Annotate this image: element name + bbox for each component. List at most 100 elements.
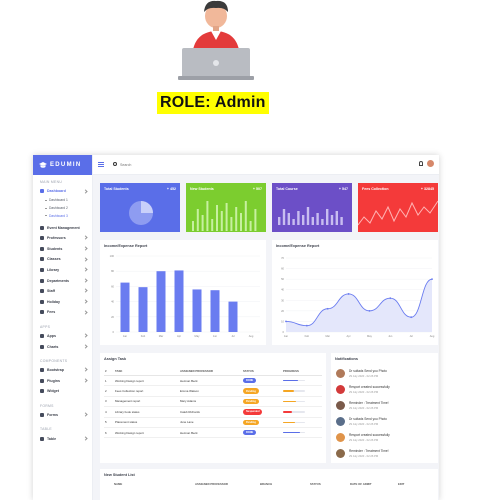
task-progress-cell bbox=[282, 375, 322, 387]
spark-bar bbox=[235, 207, 238, 231]
data-point bbox=[410, 316, 413, 319]
spark-bar bbox=[278, 217, 281, 225]
sidebar-item-charts[interactable]: Charts bbox=[33, 341, 92, 352]
sidebar-item-library[interactable]: Library bbox=[33, 265, 92, 276]
progress-bar bbox=[283, 421, 305, 423]
chevron-icon bbox=[83, 288, 88, 294]
sidebar-item-label: Table bbox=[47, 436, 57, 441]
sidebar-item-label: Professors bbox=[47, 236, 66, 241]
spark-bar bbox=[297, 211, 300, 225]
y-tick-label: 0 bbox=[113, 330, 115, 334]
progress-bar bbox=[283, 390, 305, 392]
table-row[interactable]: 6 Working Design report Herman Beck DONE bbox=[104, 427, 322, 439]
task-name: Fees Collection report bbox=[114, 385, 179, 397]
spark-bar bbox=[211, 219, 214, 231]
table-row[interactable]: 4 Library book status Caleb Richards Suspen… bbox=[104, 406, 322, 418]
users-icon bbox=[40, 246, 44, 251]
notification-title: Resport created successfully bbox=[349, 385, 390, 389]
bar bbox=[192, 289, 202, 332]
status-badge: Pending bbox=[243, 419, 259, 425]
stat-pie-graphic bbox=[129, 201, 153, 225]
panel-title: New Student List bbox=[104, 473, 135, 477]
progress-bar bbox=[283, 400, 305, 403]
sidebar-item-label: Students bbox=[47, 246, 63, 251]
chevron-icon bbox=[83, 333, 88, 338]
x-tick-label: May bbox=[367, 334, 373, 338]
avatar[interactable] bbox=[427, 160, 434, 167]
sidebar-item-fees[interactable]: Fees bbox=[33, 307, 92, 318]
table-row[interactable]: 5 Placement status June Lane Pending bbox=[104, 417, 322, 428]
task-progress-cell bbox=[282, 427, 322, 439]
chevron-down-icon bbox=[83, 188, 88, 194]
sidebar-item-event-management[interactable]: Event Management bbox=[33, 222, 92, 233]
admin-user-laptop-icon bbox=[178, 0, 254, 80]
calendar-icon bbox=[40, 225, 44, 230]
sidebar-item-dashboard[interactable]: Dashboard bbox=[33, 186, 92, 197]
chevron-icon bbox=[83, 257, 88, 262]
table-row[interactable]: 2 Fees Collection report Emma Watson Pendin… bbox=[104, 385, 322, 397]
user-icon bbox=[40, 236, 44, 241]
notification-item[interactable]: Reminder : Treatment Time! 29 July 2020 -… bbox=[336, 447, 431, 465]
sidebar-item-professors[interactable]: Professors bbox=[33, 233, 92, 244]
menu-toggle-icon[interactable] bbox=[98, 162, 104, 167]
data-point bbox=[305, 324, 308, 327]
status-badge: Pending bbox=[243, 388, 259, 394]
notification-date: 29 July 2020 - 02:26 PM bbox=[349, 406, 379, 410]
bar bbox=[174, 270, 184, 332]
sidebar-item-classes[interactable]: Classes bbox=[33, 254, 92, 265]
chevron-icon bbox=[83, 267, 88, 272]
dashboard-screenshot: EDUMIN MAIN MENU Dashboard Dashboard 1 D… bbox=[33, 155, 439, 500]
x-tick-label: Apr bbox=[177, 334, 181, 338]
chevron-icon bbox=[83, 299, 88, 304]
sidebar-subitem-dashboard-2[interactable]: Dashboard 2 bbox=[33, 204, 92, 212]
table-row[interactable]: 3 Management report Mary Adams Pending bbox=[104, 396, 322, 408]
stat-card-new-students: New Students + 507 bbox=[186, 183, 266, 232]
col-edit: EDIT bbox=[398, 482, 405, 486]
sidebar-item-label: Staff bbox=[47, 289, 55, 294]
task-no: 3 bbox=[104, 396, 114, 408]
sidebar-item-table[interactable]: Table bbox=[33, 433, 92, 444]
sidebar-item-staff[interactable]: Staff bbox=[33, 286, 92, 297]
sidebar-item-label: Library bbox=[47, 268, 60, 273]
sidebar-subitem-dashboard-1[interactable]: Dashboard 1 bbox=[33, 197, 92, 205]
notification-title: Reminder : Treatment Time! bbox=[349, 449, 389, 453]
table-row[interactable]: 1 Working Design report Herman Beck DONE bbox=[104, 375, 322, 387]
spark-bar bbox=[225, 203, 228, 231]
chevron-icon bbox=[83, 344, 88, 349]
notification-date: 29 July 2020 - 02:26 PM bbox=[349, 438, 379, 442]
col-status: STATUS bbox=[310, 482, 321, 486]
col-progress: PROGRESS bbox=[282, 367, 322, 376]
sidebar-item-plugins[interactable]: Plugins bbox=[33, 376, 92, 387]
x-tick-label: Jun bbox=[213, 334, 218, 338]
sidebar-item-holiday[interactable]: Holiday bbox=[33, 297, 92, 308]
hero: ROLE: Admin bbox=[0, 0, 500, 130]
sidebar-item-departments[interactable]: Departments bbox=[33, 275, 92, 286]
sidebar-item-forms[interactable]: Forms bbox=[33, 410, 92, 421]
task-no: 5 bbox=[104, 417, 114, 428]
income-bar-panel: Income/Expense Report 0 20 40 60 80 100 Jan Feb… bbox=[100, 240, 266, 345]
stat-value: + 32845 bbox=[420, 187, 434, 191]
chevron-icon bbox=[83, 412, 88, 417]
bell-icon[interactable] bbox=[419, 161, 423, 166]
task-professor: Herman Beck bbox=[179, 427, 242, 439]
sidebar-item-widget[interactable]: Widget bbox=[33, 386, 92, 397]
task-no: 4 bbox=[104, 406, 114, 418]
avatar bbox=[336, 449, 345, 458]
income-line-chart: 0 10 20 30 40 50 60 70 Jan Feb Mar Apr May Jun Jul Aug bbox=[281, 256, 435, 338]
sidebar-subitem-dashboard-3[interactable]: Dashboard 3 bbox=[33, 212, 92, 220]
student-list-panel: New Student List NAME ASSIGNED PROFESSOR… bbox=[100, 469, 438, 500]
spark-bar bbox=[321, 219, 324, 225]
task-name: Working Design report bbox=[114, 375, 179, 387]
progress-fill bbox=[283, 390, 294, 392]
table-title: TABLE bbox=[40, 427, 52, 432]
sidebar-item-bootstrap[interactable]: Bootstrap bbox=[33, 365, 92, 376]
col-no: # bbox=[104, 367, 114, 376]
brand[interactable]: EDUMIN bbox=[33, 155, 92, 175]
status-badge: Pending bbox=[243, 398, 259, 405]
avatar bbox=[336, 433, 345, 442]
sidebar-item-students[interactable]: Students bbox=[33, 244, 92, 255]
y-tick-label: 20 bbox=[281, 309, 284, 313]
sidebar-item-apps[interactable]: Apps bbox=[33, 331, 92, 342]
search-input[interactable] bbox=[120, 160, 180, 169]
search-icon[interactable] bbox=[113, 162, 117, 166]
